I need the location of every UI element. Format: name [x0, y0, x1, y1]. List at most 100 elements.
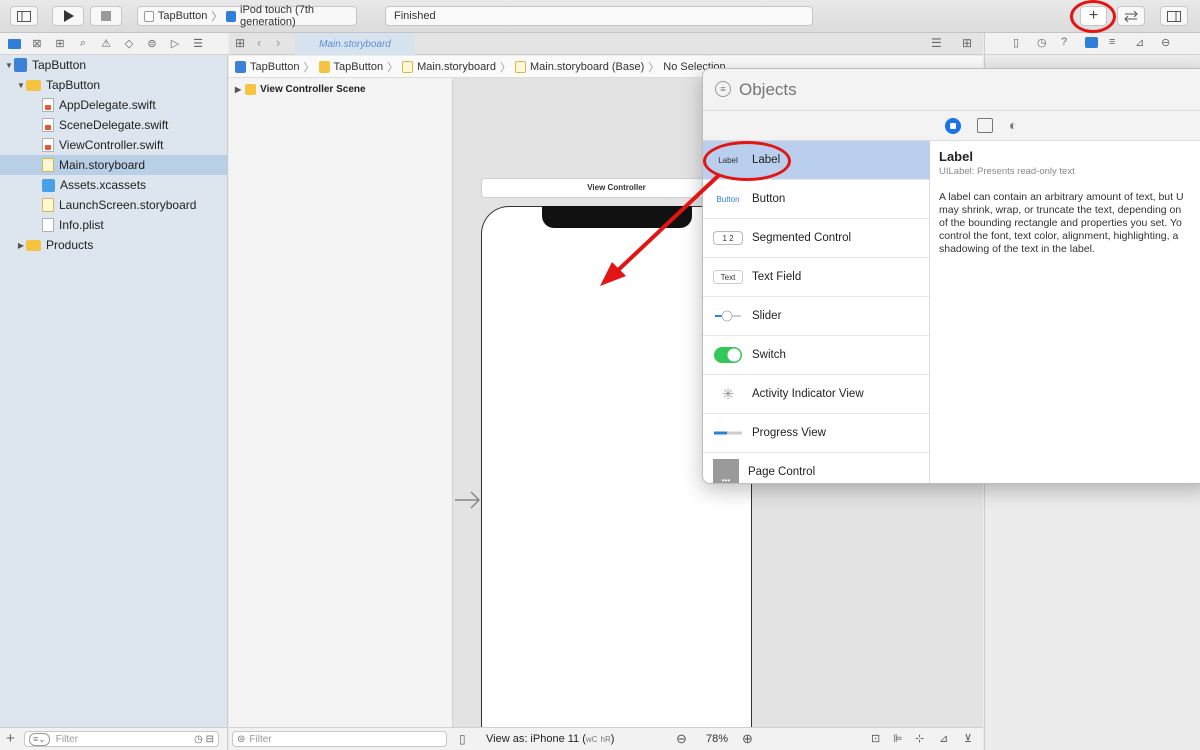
library-item-page-control[interactable]: ••• Page Control — [703, 453, 930, 483]
help-icon[interactable]: ? — [1061, 36, 1067, 48]
zoom-level: 78% — [706, 733, 729, 745]
disclosure-closed-icon[interactable]: ▶ — [235, 85, 241, 94]
tree-row-file[interactable]: ViewController.swift — [0, 135, 227, 155]
library-item-button[interactable]: Button Button — [703, 180, 930, 219]
source-control-icon[interactable]: ⊠ — [30, 37, 44, 51]
back-chevron-icon[interactable]: ‹ — [257, 35, 261, 50]
forward-chevron-icon[interactable]: › — [276, 35, 280, 50]
navigator-filter-input[interactable]: ≡⌄ Filter ◷ ⊟ — [24, 731, 219, 747]
tree-row-file[interactable]: LaunchScreen.storyboard — [0, 195, 227, 215]
editor-options-icon[interactable]: ☰ — [931, 36, 942, 50]
document-outline: ▶ View Controller Scene — [229, 78, 453, 727]
tree-label: Assets.xcassets — [60, 178, 147, 192]
storyboard-file-icon — [42, 158, 54, 172]
scheme-selector[interactable]: TapButton 〉 iPod touch (7th generation) — [137, 4, 357, 28]
identity-inspector-icon[interactable] — [1085, 37, 1098, 48]
test-diamond-icon[interactable]: ◇ — [122, 37, 136, 51]
hierarchy-icon[interactable]: ⊞ — [53, 37, 67, 51]
tree-row-file-selected[interactable]: Main.storyboard — [0, 155, 227, 175]
disclosure-open-icon[interactable]: ▼ — [4, 61, 14, 70]
activity-status: Finished — [385, 6, 813, 26]
report-icon[interactable]: ☰ — [191, 37, 205, 51]
folder-icon — [26, 239, 41, 251]
update-frames-icon[interactable]: ⊡ — [871, 732, 880, 745]
spinner-icon: ✳ — [721, 386, 735, 403]
connections-inspector-icon[interactable]: ⊖ — [1161, 36, 1170, 49]
outline-toggle-icon[interactable]: ▯ — [459, 732, 466, 746]
status-text: Finished — [394, 10, 436, 22]
library-item-slider[interactable]: Slider — [703, 297, 930, 336]
align-icon[interactable]: ⊫ — [893, 732, 903, 745]
library-search-input[interactable] — [739, 78, 1139, 102]
history-clock-icon[interactable]: ◷ — [1037, 36, 1047, 49]
search-icon[interactable]: ⌕ — [76, 37, 90, 51]
debug-icon[interactable]: ⊜ — [145, 37, 159, 51]
filter-icon[interactable]: ≡ — [715, 81, 731, 97]
zoom-out-icon[interactable]: ⊖ — [676, 731, 687, 747]
run-button[interactable] — [52, 6, 84, 26]
swift-file-icon — [42, 98, 54, 112]
inspector-toggle-button[interactable] — [1160, 6, 1188, 26]
tree-row-group[interactable]: ▼ TapButton — [0, 75, 227, 95]
code-review-button[interactable] — [1117, 6, 1145, 26]
library-category-tabs: ◐ — [703, 111, 1200, 141]
filter-placeholder: Filter — [249, 733, 272, 745]
add-constraints-icon[interactable]: ⊹ — [915, 732, 924, 745]
slider-thumb-icon — [713, 304, 743, 328]
breadcrumb-item[interactable]: TapButton — [334, 61, 384, 73]
attributes-inspector-icon[interactable]: ≡ — [1109, 36, 1115, 48]
breadcrumb-item[interactable]: Main.storyboard (Base) — [530, 61, 644, 73]
tree-label: TapButton — [32, 58, 87, 72]
library-item-name: Progress View — [752, 427, 826, 439]
objects-tab-icon[interactable] — [945, 118, 961, 134]
related-items-grid-icon[interactable]: ⊞ — [235, 36, 245, 50]
tree-row-file[interactable]: Assets.xcassets — [0, 175, 227, 195]
color-palette-icon[interactable]: ◐ — [1009, 117, 1017, 133]
highlight-circle-add-button — [1070, 0, 1116, 33]
tree-row-file[interactable]: Info.plist — [0, 215, 227, 235]
outline-row-scene[interactable]: ▶ View Controller Scene — [235, 84, 366, 95]
navigator-toggle-button[interactable] — [10, 6, 38, 26]
chevron-right-icon: 〉 — [499, 61, 511, 74]
breadcrumb-item[interactable]: Main.storyboard — [417, 61, 496, 73]
size-inspector-icon[interactable]: ⊿ — [1135, 36, 1144, 49]
library-item-name: Segmented Control — [752, 232, 852, 244]
stop-button[interactable] — [90, 6, 122, 26]
library-item-switch[interactable]: Switch — [703, 336, 930, 375]
detail-subtitle: UILabel: Presents read-only text — [939, 166, 1075, 177]
scene-label: View Controller Scene — [260, 84, 366, 95]
tree-row-group[interactable]: ▶ Products — [0, 235, 227, 255]
chevron-right-icon: 〉 — [648, 61, 660, 74]
library-object-list: Label Label Button Button 1 2 Segmented … — [703, 141, 930, 483]
tree-row-file[interactable]: SceneDelegate.swift — [0, 115, 227, 135]
folder-icon[interactable] — [7, 37, 21, 51]
view-as-label: View as: iPhone 11 ( — [486, 733, 586, 745]
view-as-device-button[interactable]: View as: iPhone 11 (wC hR) — [486, 733, 614, 745]
library-item-activity-indicator[interactable]: ✳ Activity Indicator View — [703, 375, 930, 414]
zoom-in-icon[interactable]: ⊕ — [742, 731, 753, 747]
media-tab-icon[interactable] — [977, 118, 993, 133]
resolve-issues-icon[interactable]: ⊿ — [939, 732, 948, 745]
add-file-plus-icon[interactable]: + — [6, 730, 15, 747]
file-inspector-icon[interactable]: ▯ — [1013, 36, 1019, 49]
split-editor-icon[interactable]: ⊞ — [962, 36, 972, 50]
library-item-progress-view[interactable]: Progress View — [703, 414, 930, 453]
chevron-right-icon: 〉 — [303, 61, 315, 74]
progress-thumb-icon — [713, 421, 743, 445]
disclosure-closed-icon[interactable]: ▶ — [16, 241, 26, 250]
tree-label: Products — [46, 238, 94, 252]
recent-clock-icon[interactable]: ◷ ⊟ — [194, 734, 214, 745]
tree-row-project[interactable]: ▼ TapButton — [0, 55, 227, 75]
page-control-thumb-icon: ••• — [713, 459, 739, 483]
tree-label: SceneDelegate.swift — [59, 118, 169, 132]
library-item-text-field[interactable]: Text Text Field — [703, 258, 930, 297]
breadcrumb-item[interactable]: TapButton — [250, 61, 300, 73]
library-item-segmented-control[interactable]: 1 2 Segmented Control — [703, 219, 930, 258]
tab-main-storyboard[interactable]: Main.storyboard — [295, 33, 415, 55]
disclosure-open-icon[interactable]: ▼ — [16, 81, 26, 90]
embed-in-icon[interactable]: ⊻ — [964, 732, 972, 745]
tree-row-file[interactable]: AppDelegate.swift — [0, 95, 227, 115]
outline-filter-input[interactable]: ⊜ Filter — [232, 731, 447, 747]
breakpoint-icon[interactable]: ▷ — [168, 37, 182, 51]
warning-icon[interactable]: ⚠ — [99, 37, 113, 51]
